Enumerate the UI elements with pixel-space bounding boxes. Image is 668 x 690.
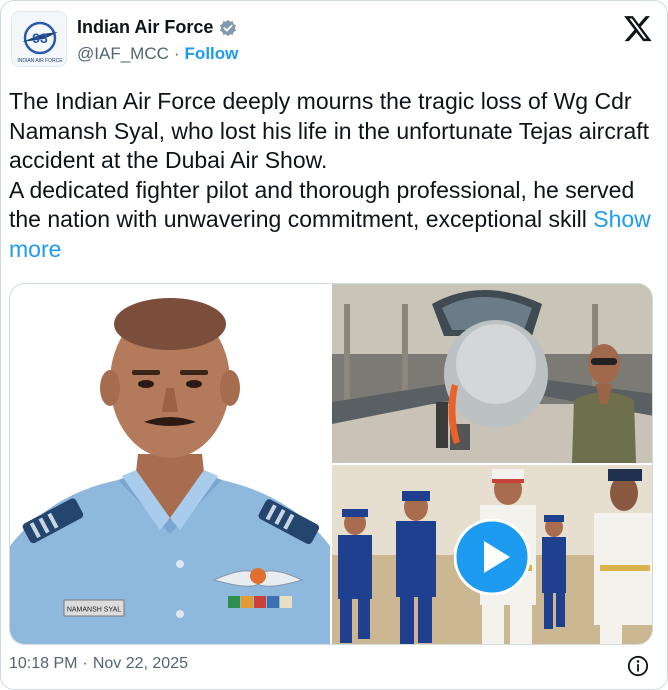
portrait-photo[interactable]: NAMANSH SYAL xyxy=(10,284,330,644)
name-tag-text: NAMANSH SYAL xyxy=(67,607,121,614)
play-icon[interactable] xyxy=(454,519,530,595)
tweet-date: Nov 22, 2025 xyxy=(92,655,188,672)
tweet-text: The Indian Air Force deeply mourns the t… xyxy=(9,87,661,264)
tweet-header: 93 INDIAN AIR FORCE Indian Air Force @IA… xyxy=(11,11,653,67)
tweet-paragraph-2: A dedicated fighter pilot and thorough p… xyxy=(9,176,661,265)
avatar[interactable]: 93 INDIAN AIR FORCE xyxy=(11,11,67,67)
media-grid: NAMANSH SYAL xyxy=(9,283,653,645)
follow-button[interactable]: Follow xyxy=(185,44,239,64)
avatar-badge-text: 93 xyxy=(32,30,48,46)
tweet-paragraph-1: The Indian Air Force deeply mourns the t… xyxy=(9,88,650,173)
tweet-time: 10:18 PM xyxy=(9,655,78,672)
account-name[interactable]: Indian Air Force xyxy=(77,17,213,38)
handle-separator: · xyxy=(173,44,180,63)
info-icon[interactable] xyxy=(627,655,649,677)
verified-badge-icon xyxy=(220,19,237,36)
timestamp-separator: · xyxy=(82,655,88,672)
name-row: Indian Air Force xyxy=(77,17,237,38)
aircraft-photo[interactable] xyxy=(332,284,652,463)
account-handle[interactable]: @IAF_MCC xyxy=(77,44,169,64)
honor-guard-video[interactable] xyxy=(332,465,652,644)
tweet-card: 93 INDIAN AIR FORCE Indian Air Force @IA… xyxy=(0,0,668,690)
x-logo-icon[interactable] xyxy=(623,13,653,43)
handle-row: @IAF_MCC · Follow xyxy=(77,44,238,64)
avatar-caption: INDIAN AIR FORCE xyxy=(17,58,63,64)
tweet-timestamp[interactable]: 10:18 PM · Nov 22, 2025 xyxy=(9,655,188,673)
tweet-paragraph-2-text: A dedicated fighter pilot and thorough p… xyxy=(9,176,635,233)
